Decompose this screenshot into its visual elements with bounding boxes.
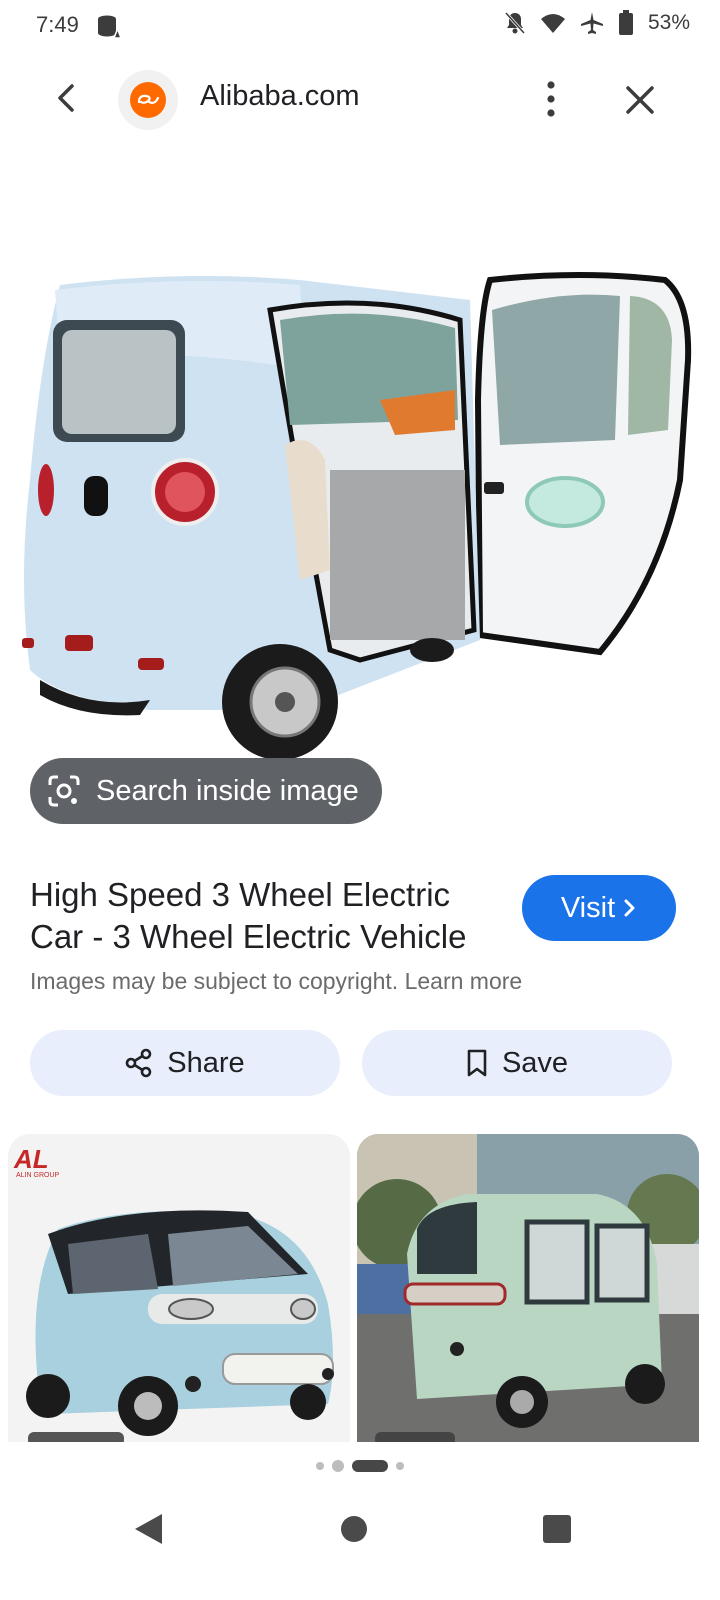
nav-recents-button[interactable] — [542, 1514, 572, 1544]
pager-dot — [396, 1462, 404, 1470]
close-button[interactable] — [618, 78, 662, 122]
alibaba-logo-icon — [130, 82, 166, 118]
battery-percentage: 53% — [647, 11, 690, 34]
nav-home-icon — [341, 1516, 367, 1542]
pager-dot — [332, 1460, 344, 1472]
share-label: Share — [167, 1046, 245, 1079]
search-inside-image-label: Search inside image — [96, 774, 359, 807]
kebab-menu-icon — [547, 81, 555, 117]
back-arrow-icon — [58, 84, 74, 112]
site-favicon — [118, 70, 178, 130]
system-navigation-bar — [0, 1480, 720, 1600]
nav-home-button[interactable] — [340, 1515, 368, 1543]
save-label: Save — [501, 1046, 569, 1079]
wifi-icon — [540, 14, 565, 33]
save-button[interactable]: Save — [362, 1030, 672, 1096]
bookmark-icon — [467, 1049, 487, 1077]
battery-icon — [618, 10, 633, 35]
visit-button[interactable]: Visit — [522, 875, 676, 941]
back-button[interactable] — [48, 78, 88, 118]
airplane-icon — [580, 12, 603, 34]
brand-subtitle: ALIN GROUP — [16, 1172, 60, 1179]
carousel-indicator — [0, 1458, 720, 1474]
visit-label: Visit — [560, 891, 616, 924]
status-icons: 53% — [504, 10, 690, 36]
brand-logo: AL — [14, 1144, 49, 1174]
share-icon — [125, 1048, 152, 1078]
more-options-button[interactable] — [532, 78, 570, 120]
nav-back-button[interactable] — [132, 1512, 164, 1546]
share-button[interactable]: Share — [30, 1030, 340, 1096]
site-name: Alibaba.com — [200, 80, 360, 112]
pager-dot — [316, 1462, 324, 1470]
pager-dot-active — [352, 1460, 388, 1472]
related-image-2[interactable] — [357, 1134, 699, 1442]
nav-recents-icon — [543, 1515, 571, 1543]
result-title: High Speed 3 Wheel Electric Car - 3 Whee… — [30, 876, 467, 955]
status-time: 7:49 — [36, 12, 79, 37]
related-image-1[interactable] — [8, 1134, 350, 1442]
notifications-off-icon — [504, 11, 526, 35]
copyright-notice[interactable]: Images may be subject to copyright. Lear… — [30, 968, 522, 995]
nav-back-icon — [135, 1514, 162, 1544]
main-product-image[interactable] — [0, 240, 720, 780]
lens-icon — [48, 775, 80, 807]
chevron-right-icon — [624, 899, 635, 917]
storage-warning-icon — [96, 14, 122, 40]
close-icon — [626, 86, 654, 114]
search-inside-image-button[interactable]: Search inside image — [30, 758, 382, 824]
